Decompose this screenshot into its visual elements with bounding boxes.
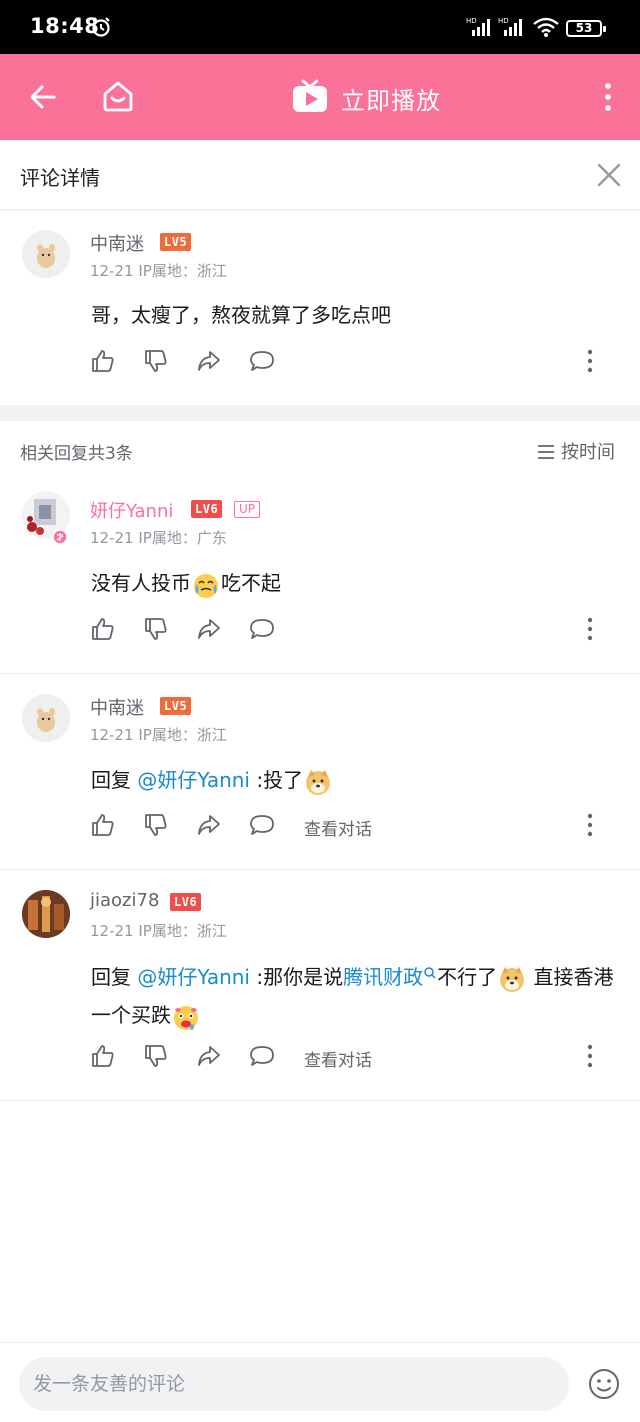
comment-input-bar: [0, 1342, 640, 1422]
crying-laugh-emoji: [194, 573, 218, 598]
like-icon[interactable]: [90, 616, 116, 642]
share-icon[interactable]: [196, 348, 222, 374]
reply-item: 妍仔Yanni LV6 UP 12-21 IP属地：广东 没有人投币 吃不起: [0, 481, 640, 673]
avatar-image: [22, 890, 70, 938]
view-dialog-button[interactable]: 查看对话: [304, 1046, 372, 1071]
section-separator: [0, 405, 640, 421]
more-options-icon[interactable]: [580, 1043, 600, 1069]
comment-detail-header: 评论详情: [0, 140, 640, 210]
emoji-icon[interactable]: [587, 1367, 621, 1401]
tv-icon[interactable]: [290, 78, 330, 116]
like-icon[interactable]: [90, 1043, 116, 1069]
content-text: 没有人投币: [91, 571, 191, 595]
share-icon[interactable]: [196, 812, 222, 838]
more-vertical-icon[interactable]: [596, 80, 620, 114]
mention-link[interactable]: @妍仔Yanni: [137, 768, 250, 792]
comment-icon[interactable]: [249, 348, 275, 374]
avatar-hamster-image: [22, 694, 70, 742]
sort-icon[interactable]: [536, 443, 556, 461]
level-badge: LV6: [170, 893, 202, 911]
level-badge: LV5: [160, 697, 192, 715]
comment-content: 回复 @妍仔Yanni :投了: [91, 761, 621, 799]
mention-link[interactable]: @妍仔Yanni: [137, 965, 250, 989]
like-icon[interactable]: [90, 812, 116, 838]
more-options-icon[interactable]: [580, 348, 600, 374]
username[interactable]: 妍仔Yanni: [90, 497, 173, 523]
comment-icon[interactable]: [249, 1043, 275, 1069]
avatar-hamster-image: [22, 230, 70, 278]
dislike-icon[interactable]: [143, 348, 169, 374]
avatar[interactable]: [22, 230, 70, 278]
alarm-icon: [92, 17, 110, 37]
up-badge: UP: [234, 501, 261, 518]
share-icon[interactable]: [196, 1043, 222, 1069]
reply-prefix: 回复: [91, 768, 138, 792]
status-bar: 18:48 HD HD 53: [0, 0, 640, 54]
app-bar: 立即播放: [0, 54, 640, 140]
page-title: 评论详情: [20, 166, 100, 190]
comment-actions: [0, 348, 640, 378]
wifi-icon: [533, 17, 559, 37]
status-time: 18:48: [30, 14, 100, 38]
reply-item: 中南迷 LV5 12-21 IP属地：浙江 回复 @妍仔Yanni :投了 查看…: [0, 674, 640, 869]
content-text: :那你是说: [250, 965, 344, 989]
back-arrow-icon[interactable]: [26, 80, 60, 114]
username[interactable]: 中南迷: [90, 230, 144, 256]
home-icon[interactable]: [100, 78, 136, 114]
avatar[interactable]: [22, 890, 70, 938]
view-dialog-button[interactable]: 查看对话: [304, 815, 372, 840]
more-options-icon[interactable]: [580, 616, 600, 642]
drooling-emoji: [174, 1005, 198, 1030]
play-now-button[interactable]: 立即播放: [341, 81, 441, 116]
content-text: :投了: [250, 768, 304, 792]
more-options-icon[interactable]: [580, 812, 600, 838]
reply-item: jiaozi78 LV6 12-21 IP属地：浙江 回复 @妍仔Yanni :…: [0, 870, 640, 1100]
signal-icon-2: HD: [498, 17, 522, 36]
dislike-icon[interactable]: [143, 1043, 169, 1069]
comment-icon[interactable]: [249, 812, 275, 838]
vip-badge-icon: [52, 529, 68, 545]
root-comment: 中南迷 LV5 12-21 IP属地：浙江 哥，太瘦了，熬夜就算了多吃点吧: [0, 210, 640, 405]
replies-header: 相关回复共3条 按时间: [0, 421, 640, 481]
like-icon[interactable]: [90, 348, 116, 374]
doge-emoji: [306, 769, 331, 795]
share-icon[interactable]: [196, 616, 222, 642]
search-icon[interactable]: [423, 966, 437, 980]
comment-content: 没有人投币 吃不起: [91, 564, 621, 602]
dislike-icon[interactable]: [143, 616, 169, 642]
content-text: 吃不起: [221, 571, 281, 595]
comment-meta: 12-21 IP属地：浙江: [90, 726, 227, 744]
comment-meta: 12-21 IP属地：浙江: [90, 922, 227, 940]
comment-content: 回复 @妍仔Yanni :那你是说腾讯财政 不行了 直接香港一个买跌: [91, 958, 621, 1034]
comment-input[interactable]: [19, 1357, 569, 1411]
comment-actions: [0, 616, 640, 646]
username[interactable]: jiaozi78: [90, 890, 159, 911]
avatar[interactable]: [22, 694, 70, 742]
reply-prefix: 回复: [91, 965, 138, 989]
dislike-icon[interactable]: [143, 812, 169, 838]
close-icon[interactable]: [596, 162, 622, 188]
comment-meta: 12-21 IP属地：浙江: [90, 262, 227, 280]
comment-content: 哥，太瘦了，熬夜就算了多吃点吧: [91, 303, 391, 327]
doge-emoji: [500, 966, 525, 992]
network-type-label: HD: [466, 17, 477, 25]
svg-text:HD: HD: [498, 17, 509, 25]
level-badge: LV5: [160, 233, 192, 251]
comment-actions: 查看对话: [0, 812, 640, 842]
level-badge: LV6: [191, 500, 223, 518]
comment-icon[interactable]: [249, 616, 275, 642]
comment-meta: 12-21 IP属地：广东: [90, 529, 227, 547]
sort-by-time-button[interactable]: 按时间: [561, 438, 615, 464]
battery-indicator: 53: [566, 20, 606, 37]
comment-actions: 查看对话: [0, 1043, 640, 1073]
divider: [0, 1100, 640, 1101]
reply-count: 相关回复共3条: [20, 444, 133, 464]
content-text: 不行了: [437, 965, 498, 989]
username[interactable]: 中南迷: [90, 694, 144, 720]
search-keyword-link[interactable]: 腾讯财政: [343, 965, 423, 989]
signal-icon: HD: [466, 17, 490, 36]
